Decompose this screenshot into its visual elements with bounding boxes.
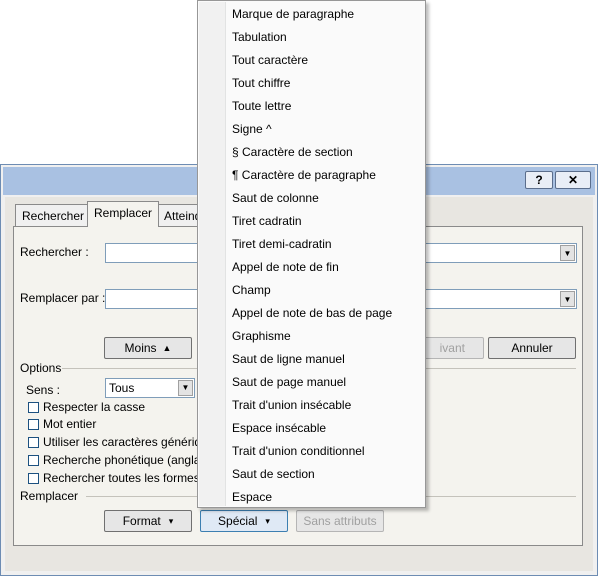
special-dropdown-menu: Marque de paragraphe Tabulation Tout car… <box>197 0 426 508</box>
special-button[interactable]: Spécial ▾ <box>200 510 288 532</box>
moins-label: Moins <box>124 341 157 355</box>
checkbox-label: Utiliser les caractères génériques <box>43 435 221 449</box>
menu-item-espace-insecable[interactable]: Espace insécable <box>232 418 326 438</box>
menu-item-tout-caractere[interactable]: Tout caractère <box>232 50 308 70</box>
checkbox-box[interactable] <box>28 454 39 466</box>
checkbox-box[interactable] <box>28 418 39 430</box>
menu-item-caractere-section[interactable]: § Caractère de section <box>232 142 353 162</box>
special-label: Spécial <box>218 514 258 528</box>
tab-label: Remplacer <box>94 206 153 220</box>
sens-select[interactable]: Tous ▼ <box>105 378 195 398</box>
menu-item-appel-note-bas-page[interactable]: Appel de note de bas de page <box>232 303 392 323</box>
caracteres-generiques-checkbox[interactable]: Utiliser les caractères génériques <box>28 434 220 450</box>
tab-label: Atteind <box>164 209 202 223</box>
annuler-label: Annuler <box>511 341 553 355</box>
moins-button[interactable]: Moins ▲ <box>104 337 192 359</box>
menu-item-champ[interactable]: Champ <box>232 280 271 300</box>
menu-item-espace[interactable]: Espace <box>232 487 272 507</box>
menu-item-trait-union-conditionnel[interactable]: Trait d'union conditionnel <box>232 441 365 461</box>
checkbox-label: Respecter la casse <box>43 400 146 414</box>
tab-label: Rechercher <box>22 209 85 223</box>
chevron-down-icon: ▼ <box>181 383 190 392</box>
sens-value: Tous <box>109 381 135 395</box>
checkbox-box[interactable] <box>28 401 39 413</box>
checkbox-box[interactable] <box>28 436 39 448</box>
checkbox-label: Rechercher toutes les formes du <box>43 471 217 485</box>
menu-icon-gutter <box>199 2 226 506</box>
collapse-up-icon: ▲ <box>162 343 172 353</box>
menu-item-graphisme[interactable]: Graphisme <box>232 326 291 346</box>
close-icon: ✕ <box>567 173 579 187</box>
mot-entier-checkbox[interactable]: Mot entier <box>28 416 96 432</box>
annuler-button[interactable]: Annuler <box>488 337 576 359</box>
menu-item-toute-lettre[interactable]: Toute lettre <box>232 96 291 116</box>
menu-item-signe[interactable]: Signe ^ <box>232 119 272 139</box>
checkbox-label: Recherche phonétique (anglais) <box>43 453 214 467</box>
recherche-phonetique-checkbox[interactable]: Recherche phonétique (anglais) <box>28 452 213 468</box>
find-dropdown-arrow[interactable]: ▼ <box>560 245 575 261</box>
sens-label: Sens : <box>26 383 61 397</box>
help-button[interactable]: ? <box>525 171 553 189</box>
menu-item-saut-page-manuel[interactable]: Saut de page manuel <box>232 372 346 392</box>
toutes-formes-checkbox[interactable]: Rechercher toutes les formes du <box>28 470 216 486</box>
menu-item-tabulation[interactable]: Tabulation <box>232 27 287 47</box>
menu-item-tiret-cadratin[interactable]: Tiret cadratin <box>232 211 302 231</box>
close-button[interactable]: ✕ <box>555 171 591 189</box>
format-button[interactable]: Format ▾ <box>104 510 192 532</box>
dropdown-arrow-icon: ▾ <box>265 515 270 526</box>
checkbox-label: Mot entier <box>43 417 97 431</box>
menu-item-tout-chiffre[interactable]: Tout chiffre <box>232 73 290 93</box>
dropdown-arrow-icon: ▾ <box>168 515 174 526</box>
suivant-label: ivant <box>439 341 465 355</box>
sans-attributs-label: Sans attributs <box>303 514 377 528</box>
menu-item-tiret-demi-cadratin[interactable]: Tiret demi-cadratin <box>232 234 332 254</box>
replace-label: Remplacer par : <box>20 291 106 305</box>
menu-item-trait-union-insecable[interactable]: Trait d'union insécable <box>232 395 351 415</box>
format-label: Format <box>122 514 161 528</box>
chevron-down-icon: ▼ <box>563 294 572 304</box>
tab-remplacer[interactable]: Remplacer <box>87 201 160 227</box>
help-icon: ? <box>535 173 543 187</box>
menu-item-caractere-paragraphe[interactable]: ¶ Caractère de paragraphe <box>232 165 376 185</box>
remplacer-section-heading: Remplacer <box>20 489 79 503</box>
checkbox-box[interactable] <box>28 472 39 484</box>
menu-item-saut-section[interactable]: Saut de section <box>232 464 315 484</box>
menu-item-saut-colonne[interactable]: Saut de colonne <box>232 188 319 208</box>
tab-atteindre[interactable]: Atteind <box>157 204 202 226</box>
sans-attributs-button[interactable]: Sans attributs <box>296 510 384 532</box>
menu-item-saut-ligne-manuel[interactable]: Saut de ligne manuel <box>232 349 345 369</box>
chevron-down-icon: ▼ <box>563 248 572 258</box>
respecter-casse-checkbox[interactable]: Respecter la casse <box>28 399 145 415</box>
menu-item-appel-note-fin[interactable]: Appel de note de fin <box>232 257 339 277</box>
replace-dropdown-arrow[interactable]: ▼ <box>560 291 575 307</box>
tab-rechercher[interactable]: Rechercher <box>15 204 92 226</box>
menu-item-marque-paragraphe[interactable]: Marque de paragraphe <box>232 4 354 24</box>
find-label: Rechercher : <box>20 245 89 259</box>
options-heading: Options <box>20 361 62 375</box>
sens-dropdown-arrow[interactable]: ▼ <box>178 380 193 396</box>
